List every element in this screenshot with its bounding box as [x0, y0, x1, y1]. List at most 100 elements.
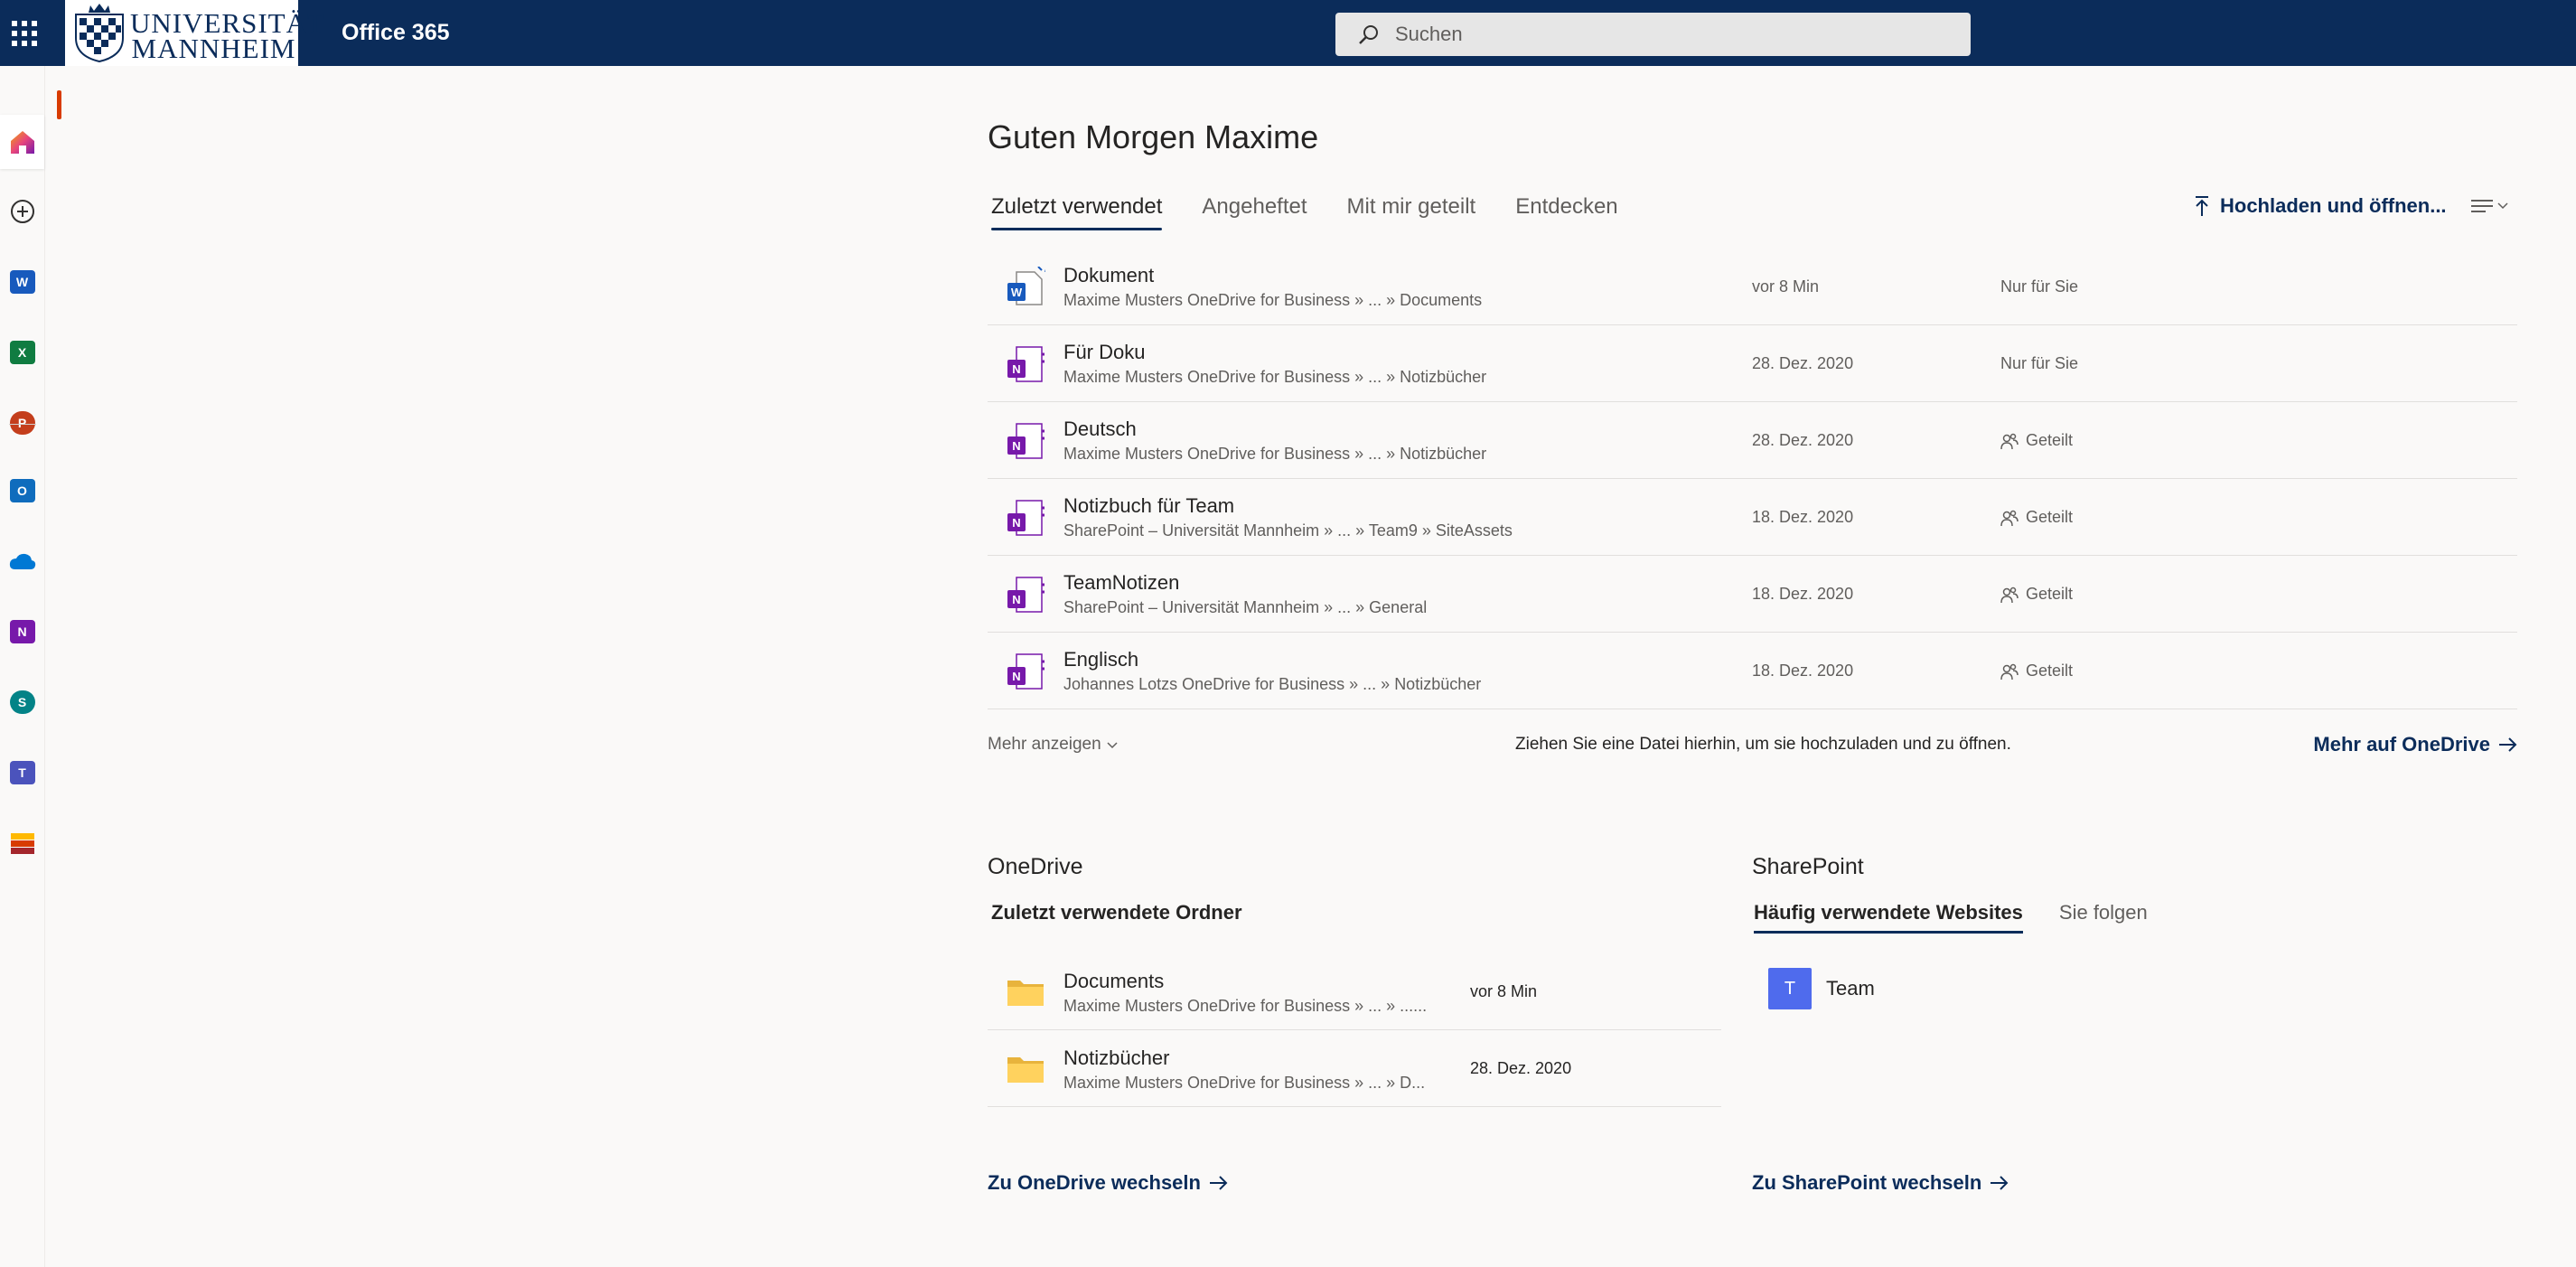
- drop-zone-hint[interactable]: Ziehen Sie eine Datei hierhin, um sie ho…: [1515, 735, 2011, 755]
- file-path: Maxime Musters OneDrive for Business » .…: [1063, 445, 1487, 463]
- greeting-heading: Guten Morgen Maxime: [988, 118, 1319, 155]
- show-more-button[interactable]: Mehr anzeigen: [988, 735, 1119, 755]
- rail-excel[interactable]: X: [0, 325, 44, 380]
- add-circle-icon: [10, 200, 34, 223]
- shared-people-icon: [2000, 663, 2019, 680]
- rail-powerpoint[interactable]: P: [0, 396, 44, 450]
- arrow-right-icon: [1991, 1176, 2009, 1190]
- app-launcher-icon[interactable]: [9, 18, 38, 47]
- recent-folders-title: Zuletzt verwendete Ordner: [991, 901, 1242, 924]
- folder-date: vor 8 Min: [1470, 982, 1538, 1000]
- file-name[interactable]: Dokument: [1063, 264, 1154, 287]
- more-on-onedrive-link[interactable]: Mehr auf OneDrive: [2313, 733, 2517, 756]
- sharepoint-icon: S: [9, 690, 35, 714]
- home-icon: [10, 131, 34, 154]
- folder-name[interactable]: Documents: [1063, 970, 1164, 993]
- rail-sharepoint[interactable]: S: [0, 675, 44, 729]
- rail-divider: [9, 424, 36, 425]
- onenote-notebook-icon: N: [1007, 346, 1044, 382]
- file-sharing: Geteilt: [2000, 662, 2073, 680]
- site-item[interactable]: T Team: [1768, 968, 1875, 1009]
- sharing-label: Geteilt: [2026, 431, 2074, 449]
- rail-all-apps[interactable]: [0, 816, 44, 870]
- rail-outlook[interactable]: O: [0, 464, 44, 518]
- tab-pinned[interactable]: Angeheftet: [1202, 194, 1307, 220]
- upload-icon: [2196, 196, 2208, 216]
- folder-path: Maxime Musters OneDrive for Business » .…: [1063, 1074, 1426, 1092]
- folder-date: 28. Dez. 2020: [1470, 1059, 1572, 1077]
- file-row[interactable]: N Für Doku Maxime Musters OneDrive for B…: [988, 325, 2517, 402]
- onedrive-section-title: OneDrive: [988, 854, 1083, 879]
- file-row[interactable]: N Notizbuch für Team SharePoint – Univer…: [988, 479, 2517, 556]
- tab-discover[interactable]: Entdecken: [1515, 194, 1617, 220]
- chevron-down-icon: [1107, 742, 1118, 749]
- file-sharing: Nur für Sie: [2000, 354, 2078, 373]
- shared-people-icon: [2000, 510, 2019, 526]
- go-to-sharepoint-label: Zu SharePoint wechseln: [1752, 1171, 1982, 1194]
- file-date: 28. Dez. 2020: [1752, 354, 1854, 372]
- file-date: 18. Dez. 2020: [1752, 508, 1854, 526]
- file-sharing: Geteilt: [2000, 431, 2073, 450]
- file-name[interactable]: TeamNotizen: [1063, 571, 1179, 595]
- svg-text:N: N: [1012, 362, 1020, 376]
- file-row[interactable]: W Dokument Maxime Musters OneDrive for B…: [988, 249, 2517, 325]
- arrow-right-icon: [1209, 1176, 1228, 1190]
- onenote-notebook-icon: N: [1007, 577, 1044, 613]
- rail-home[interactable]: [0, 115, 44, 169]
- folder-icon: [1007, 981, 1044, 1006]
- tab-following[interactable]: Sie folgen: [2059, 901, 2148, 924]
- svg-text:N: N: [1012, 593, 1020, 606]
- file-row[interactable]: N Deutsch Maxime Musters OneDrive for Bu…: [988, 402, 2517, 479]
- folder-row[interactable]: Documents Maxime Musters OneDrive for Bu…: [988, 953, 1721, 1030]
- folder-row[interactable]: Notizbücher Maxime Musters OneDrive for …: [988, 1030, 1721, 1107]
- app-title[interactable]: Office 365: [342, 20, 450, 46]
- rail-teams[interactable]: T: [0, 746, 44, 800]
- folder-path: Maxime Musters OneDrive for Business » .…: [1063, 997, 1428, 1015]
- search-box[interactable]: Suchen: [1335, 13, 1971, 56]
- file-path: SharePoint – Universität Mannheim » ... …: [1063, 598, 1428, 616]
- onenote-notebook-icon: N: [1007, 423, 1044, 459]
- go-to-sharepoint-link[interactable]: Zu SharePoint wechseln: [1752, 1171, 2009, 1195]
- file-name[interactable]: Englisch: [1063, 648, 1138, 671]
- onenote-notebook-icon: N: [1007, 500, 1044, 536]
- go-to-onedrive-link[interactable]: Zu OneDrive wechseln: [988, 1171, 1228, 1195]
- arrow-right-icon: [2499, 737, 2517, 752]
- rail-create[interactable]: [0, 184, 44, 239]
- upload-open-button[interactable]: Hochladen und öffnen...: [2193, 194, 2447, 218]
- tab-shared-with-me[interactable]: Mit mir geteilt: [1347, 194, 1476, 220]
- word-document-icon: W: [1007, 267, 1045, 305]
- recent-files-list: W Dokument Maxime Musters OneDrive for B…: [988, 249, 2517, 709]
- university-logo[interactable]: UNIVERSITÄT MANNHEIM: [65, 0, 325, 66]
- folder-name[interactable]: Notizbücher: [1063, 1046, 1169, 1070]
- word-icon: W: [9, 270, 35, 294]
- sharing-label: Geteilt: [2026, 508, 2074, 526]
- tab-recent[interactable]: Zuletzt verwendet: [991, 194, 1163, 230]
- view-options-button[interactable]: [2469, 197, 2511, 220]
- rail-onenote[interactable]: N: [0, 605, 44, 659]
- file-name[interactable]: Für Doku: [1063, 341, 1145, 364]
- folder-icon: [1007, 1057, 1044, 1083]
- more-on-onedrive-label: Mehr auf OneDrive: [2313, 733, 2490, 756]
- rail-onedrive[interactable]: [0, 534, 44, 588]
- shared-people-icon: [2000, 433, 2019, 449]
- search-input[interactable]: Suchen: [1395, 23, 1463, 46]
- file-name[interactable]: Notizbuch für Team: [1063, 494, 1234, 518]
- show-more-label: Mehr anzeigen: [988, 735, 1101, 754]
- all-apps-icon: [10, 833, 34, 854]
- rail-word[interactable]: W: [0, 255, 44, 309]
- teams-icon: T: [9, 761, 35, 784]
- onenote-icon: N: [9, 620, 35, 643]
- file-row[interactable]: N TeamNotizen SharePoint – Universität M…: [988, 556, 2517, 633]
- logo-text: UNIVERSITÄT MANNHEIM: [130, 7, 325, 64]
- upload-label: Hochladen und öffnen...: [2220, 194, 2447, 217]
- app-rail: W X P O N S T: [0, 66, 45, 1267]
- sharing-label: Geteilt: [2026, 662, 2074, 680]
- sharing-label: Geteilt: [2026, 585, 2074, 603]
- file-date: 28. Dez. 2020: [1752, 431, 1854, 449]
- file-sharing: Geteilt: [2000, 508, 2073, 527]
- tab-frequent-sites[interactable]: Häufig verwendete Websites: [1754, 901, 2023, 934]
- file-date: 18. Dez. 2020: [1752, 662, 1854, 680]
- sharepoint-tabs: Häufig verwendete Websites Sie folgen: [1754, 901, 2184, 934]
- file-row[interactable]: N Englisch Johannes Lotzs OneDrive for B…: [988, 633, 2517, 709]
- file-name[interactable]: Deutsch: [1063, 418, 1137, 441]
